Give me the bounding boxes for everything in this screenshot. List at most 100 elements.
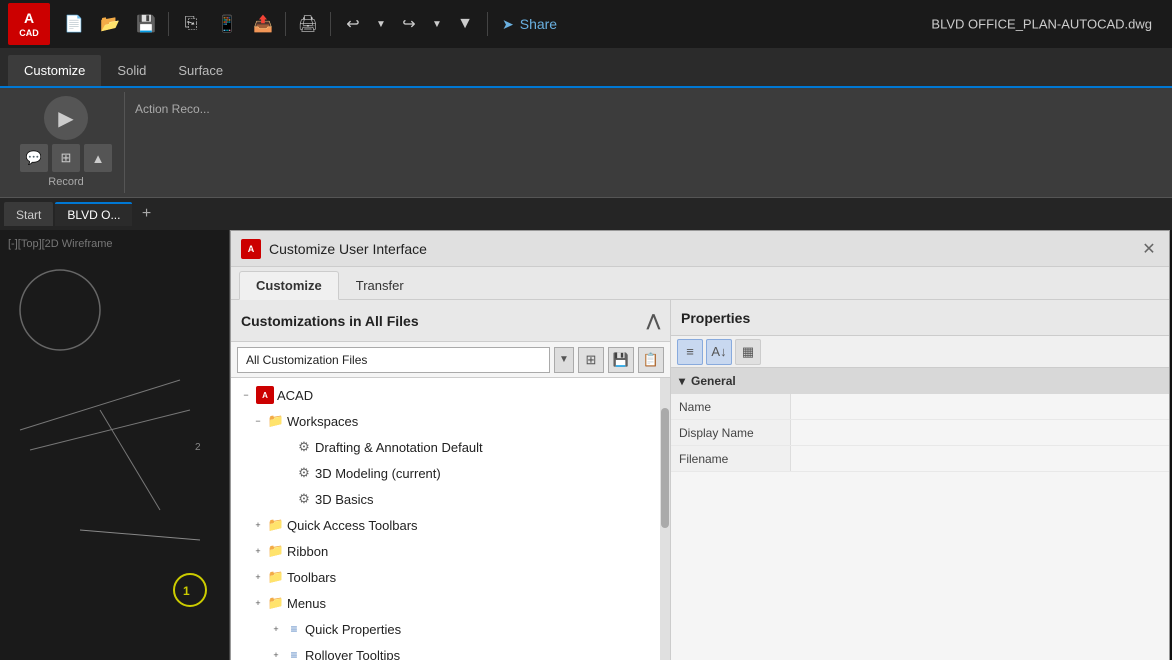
tree-drafting-default[interactable]: ⚙ Drafting & Annotation Default [231, 434, 660, 460]
redo-dropdown-icon[interactable]: ▼ [429, 8, 445, 40]
prop-key-filename: Filename [671, 446, 791, 471]
save-icon[interactable]: 💾 [130, 8, 162, 40]
play-icon[interactable]: ▲ [84, 144, 112, 172]
toolbar-separator-3 [330, 12, 331, 36]
dialog-title-text: Customize User Interface [269, 241, 1131, 257]
tree-root-label: ACAD [277, 388, 313, 403]
more-icon[interactable]: ▼ [449, 8, 481, 40]
logo-cad: CAD [19, 29, 39, 39]
toolbar-separator-1 [168, 12, 169, 36]
tab-more[interactable]: Surface [162, 55, 239, 86]
drafting-gear-icon: ⚙ [296, 439, 312, 455]
collapse-icon[interactable]: ⋀ [647, 311, 660, 331]
tree-workspaces-label: Workspaces [287, 414, 358, 429]
acad-root-icon: A [256, 386, 274, 404]
tree-menus[interactable]: + 📁 Menus [231, 590, 660, 616]
undo-icon[interactable]: ↩ [337, 8, 369, 40]
chat-icon[interactable]: 💬 [20, 144, 48, 172]
tree-container[interactable]: − A ACAD − 📁 Workspaces [231, 378, 660, 660]
customizations-header-text: Customizations in All Files [241, 313, 419, 329]
dialog-tab-customize[interactable]: Customize [239, 271, 339, 300]
save-file-button[interactable]: 💾 [608, 347, 634, 373]
tree-toggle-rollover[interactable]: + [269, 648, 283, 660]
tab-home[interactable]: Customize [8, 55, 101, 86]
tree-rollover-tooltips[interactable]: + ≡ Rollover Tooltips [231, 642, 660, 660]
prop-tb-alpha-btn[interactable]: A↓ [706, 339, 732, 365]
main-layout: [-][Top][2D Wireframe 1 2 A Customize Us… [0, 230, 1172, 660]
tree-toggle-ribbon[interactable]: + [251, 544, 265, 558]
dialog-close-button[interactable]: ✕ [1139, 239, 1159, 259]
open-file-icon[interactable]: 📂 [94, 8, 126, 40]
redo-icon[interactable]: ↪ [393, 8, 425, 40]
tree-quick-access-label: Quick Access Toolbars [287, 518, 418, 533]
file-select-display[interactable]: All Customization Files [237, 347, 550, 373]
prop-key-display-name: Display Name [671, 420, 791, 445]
tree-toggle-toolbars[interactable]: + [251, 570, 265, 584]
panel-group-record: ▶ 💬 ⊞ ▲ Record [8, 92, 125, 193]
tree-toggle-quick-access[interactable]: + [251, 518, 265, 532]
toolbar-separator-4 [487, 12, 488, 36]
share-button[interactable]: ➤ Share [494, 12, 565, 37]
new-file-icon[interactable]: 📄 [58, 8, 90, 40]
tree-ribbon[interactable]: + 📁 Ribbon [231, 538, 660, 564]
new-tab-button[interactable]: + [134, 202, 158, 226]
tree-quick-properties[interactable]: + ≡ Quick Properties [231, 616, 660, 642]
export-icon[interactable]: 📤 [247, 8, 279, 40]
acad-logo: A CAD [8, 3, 50, 45]
dialog-tab-transfer[interactable]: Transfer [339, 271, 421, 299]
tree-ribbon-label: Ribbon [287, 544, 328, 559]
record-actions-row: 💬 ⊞ ▲ [20, 144, 112, 172]
tab-solid[interactable]: Solid [101, 55, 162, 86]
tree-area: − A ACAD − 📁 Workspaces [231, 378, 670, 660]
prop-section-general[interactable]: ▾ General [671, 368, 1169, 394]
record-large-icon[interactable]: ▶ [44, 96, 88, 140]
file-select-dropdown[interactable]: ▼ [554, 347, 574, 373]
tree-menus-label: Menus [287, 596, 326, 611]
print-icon[interactable]: 🖨 [292, 8, 324, 40]
load-file-button[interactable]: 📋 [638, 347, 664, 373]
tree-toggle-workspaces[interactable]: − [251, 414, 265, 428]
tree-3d-modeling[interactable]: ⚙ 3D Modeling (current) [231, 460, 660, 486]
tab-blvd[interactable]: BLVD O... [55, 202, 132, 226]
workspaces-folder-icon: 📁 [268, 413, 284, 429]
prop-tb-categorized-btn[interactable]: ≡ [677, 339, 703, 365]
tree-scrollbar-thumb[interactable] [661, 408, 669, 528]
dialog-left-panel: Customizations in All Files ⋀ All Custom… [231, 300, 671, 660]
tree-3d-basics[interactable]: ⚙ 3D Basics [231, 486, 660, 512]
new-file-button[interactable]: ⊞ [578, 347, 604, 373]
properties-toolbar: ≡ A↓ ▦ [671, 336, 1169, 368]
tree-toggle-quick-props[interactable]: + [269, 622, 283, 636]
customize-dialog: A Customize User Interface ✕ Customize T… [230, 230, 1170, 660]
prop-section-label: General [691, 374, 736, 388]
ribbon-folder-icon: 📁 [268, 543, 284, 559]
tree-quick-access[interactable]: + 📁 Quick Access Toolbars [231, 512, 660, 538]
undo-dropdown-icon[interactable]: ▼ [373, 8, 389, 40]
ribbon-panel: ▶ 💬 ⊞ ▲ Record Action Reco... [0, 88, 1172, 198]
file-selector-row: All Customization Files ▼ ⊞ 💾 📋 [231, 342, 670, 378]
title-text: BLVD OFFICE_PLAN-AUTOCAD.dwg [931, 17, 1152, 32]
tree-toolbars[interactable]: + 📁 Toolbars [231, 564, 660, 590]
tab-start[interactable]: Start [4, 202, 53, 226]
tree-toggle-menus[interactable]: + [251, 596, 265, 610]
tree-rollover-label: Rollover Tooltips [305, 648, 400, 660]
tree-toggle-acad[interactable]: − [239, 388, 253, 402]
print-preview-icon[interactable]: ⎘ [175, 8, 207, 40]
tree-root-acad[interactable]: − A ACAD [231, 382, 660, 408]
3d-gear-icon: ⚙ [296, 465, 312, 481]
customizations-header: Customizations in All Files ⋀ [231, 300, 670, 342]
prop-tb-filter-btn[interactable]: ▦ [735, 339, 761, 365]
dialog-right-panel: Properties ≡ A↓ ▦ ▾ General Name [671, 300, 1169, 660]
prop-section-expand-icon: ▾ [679, 374, 685, 388]
mobile-icon[interactable]: 📱 [211, 8, 243, 40]
logo-a: A [24, 11, 34, 26]
background-area: A Customize User Interface ✕ Customize T… [230, 230, 1172, 660]
grid-icon[interactable]: ⊞ [52, 144, 80, 172]
prop-key-name: Name [671, 394, 791, 419]
quick-props-list-icon: ≡ [286, 621, 302, 637]
viewport: [-][Top][2D Wireframe 1 2 [0, 230, 230, 660]
tree-drafting-label: Drafting & Annotation Default [315, 440, 483, 455]
ribbon-tabs: Customize Solid Surface [0, 48, 1172, 88]
tree-scrollbar-track[interactable] [660, 378, 670, 660]
dialog-body: Customizations in All Files ⋀ All Custom… [231, 300, 1169, 660]
tree-workspaces[interactable]: − 📁 Workspaces [231, 408, 660, 434]
